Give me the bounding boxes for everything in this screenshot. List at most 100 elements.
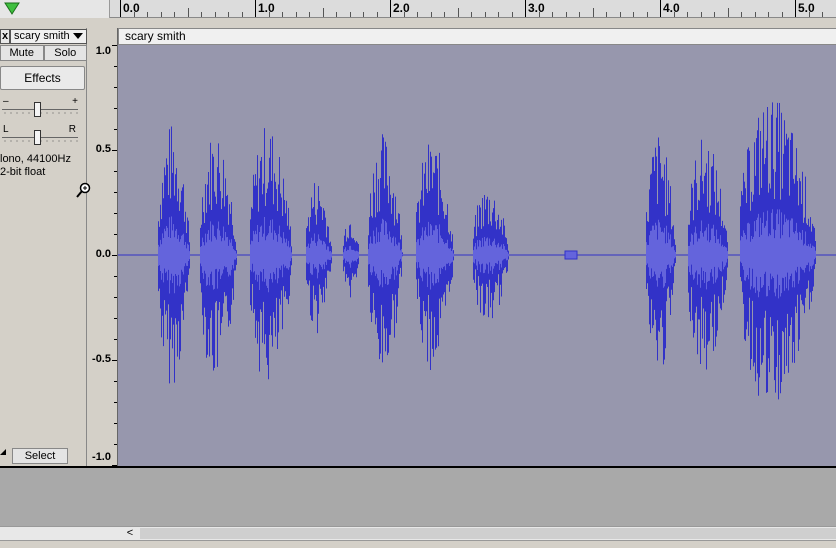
amplitude-minor-tick (114, 297, 117, 298)
ruler-minor-tick (754, 12, 756, 17)
ruler-major-tick (120, 0, 121, 17)
select-button[interactable]: Select (12, 448, 68, 464)
ruler-tick-label: 2.0 (393, 1, 410, 15)
ruler-major-tick (660, 0, 661, 17)
ruler-minor-tick (714, 12, 715, 17)
ruler-minor-tick (646, 12, 648, 17)
solo-button[interactable]: Solo (43, 45, 87, 61)
ruler-tick-label: 1.0 (258, 1, 275, 15)
pan-right-label: R (68, 124, 76, 135)
clip-title-bar[interactable]: scary smith (118, 28, 836, 45)
ruler-minor-tick (619, 12, 621, 17)
ruler-minor-tick (322, 8, 324, 17)
playhead-marker-icon[interactable] (4, 1, 20, 17)
amplitude-minor-tick (114, 276, 117, 277)
ruler-minor-tick (309, 12, 310, 17)
zoom-cursor-icon (76, 182, 91, 198)
amplitude-minor-tick (114, 381, 117, 382)
ruler-minor-tick (228, 12, 229, 17)
amplitude-minor-tick (114, 339, 117, 340)
scroll-left-button[interactable]: < (122, 527, 138, 540)
amplitude-minor-tick (114, 402, 117, 403)
ruler-minor-tick (741, 12, 742, 17)
empty-track-area[interactable] (0, 468, 836, 526)
amplitude-minor-tick (114, 150, 117, 151)
ruler-minor-tick (187, 8, 189, 17)
ruler-minor-tick (822, 12, 823, 17)
track-name-menu-button[interactable]: scary smith (10, 28, 87, 44)
close-track-button[interactable]: x (0, 28, 10, 44)
ruler-minor-tick (363, 12, 364, 17)
ruler-minor-tick (700, 12, 702, 17)
ruler-minor-tick (552, 12, 553, 17)
gain-plus-label: + (72, 96, 78, 107)
pan-slider-thumb[interactable] (34, 130, 41, 145)
amplitude-minor-tick (114, 108, 117, 109)
timeline-ruler[interactable]: 0.0 1.0 2.0 3.0 4.0 5.0 (0, 0, 836, 18)
ruler-tick-label: 4.0 (663, 1, 680, 15)
ruler-minor-tick (606, 12, 607, 17)
ruler-minor-tick (241, 12, 243, 17)
ruler-minor-tick (133, 12, 135, 17)
pan-left-label: L (3, 124, 9, 135)
ruler-minor-tick (471, 12, 472, 17)
format-rate: lono, 44100Hz (0, 153, 71, 165)
ruler-minor-tick (511, 12, 513, 17)
mute-button[interactable]: Mute (0, 45, 44, 61)
gain-minus-label: – (3, 96, 9, 107)
ruler-major-tick (390, 0, 391, 17)
track-name-label: scary smith (14, 30, 70, 42)
ruler-minor-tick (174, 12, 175, 17)
ruler-major-tick (795, 0, 796, 17)
ruler-minor-tick (282, 12, 283, 17)
ruler-tick-label: 3.0 (528, 1, 545, 15)
ruler-minor-tick (160, 12, 162, 17)
ruler-minor-tick (349, 12, 351, 17)
effects-button[interactable]: Effects (0, 66, 85, 90)
dropdown-arrow-icon (73, 33, 83, 39)
amplitude-scale: 1.0 0.5 0.0 -0.5 -1.0 (87, 28, 118, 466)
gain-slider-thumb[interactable] (34, 102, 41, 117)
ruler-minor-tick (579, 12, 580, 17)
ruler-minor-tick (444, 12, 445, 17)
ruler-minor-tick (295, 12, 297, 17)
horizontal-scrollbar[interactable]: < (0, 526, 836, 540)
pan-slider[interactable]: L R (2, 124, 78, 148)
ruler-minor-tick (430, 12, 432, 17)
ruler-minor-tick (403, 12, 405, 17)
ruler-minor-tick (336, 12, 337, 17)
collapse-arrow-icon[interactable] (0, 449, 6, 455)
ruler-major-tick (525, 0, 526, 17)
ruler-minor-tick (538, 12, 540, 17)
ruler-tick-label: 0.0 (123, 1, 140, 15)
ruler-ticks: 0.0 1.0 2.0 3.0 4.0 5.0 (110, 0, 836, 18)
scroll-thumb[interactable] (140, 528, 836, 539)
amplitude-minor-tick (114, 171, 117, 172)
ruler-minor-tick (808, 12, 810, 17)
ruler-minor-tick (781, 12, 783, 17)
amplitude-minor-tick (114, 234, 117, 235)
amplitude-label: -1.0 (92, 451, 111, 463)
ruler-minor-tick (214, 12, 216, 17)
amplitude-minor-tick (114, 192, 117, 193)
ruler-minor-tick (376, 12, 378, 17)
format-bits: 2-bit float (0, 166, 46, 178)
track-title-bar: x scary smith (0, 28, 87, 44)
amplitude-label: 1.0 (95, 45, 111, 57)
track-format-info: lono, 44100Hz 2-bit float (0, 153, 87, 179)
amplitude-label: -0.5 (92, 353, 111, 365)
amplitude-minor-tick (114, 45, 117, 46)
amplitude-minor-tick (114, 444, 117, 445)
ruler-minor-tick (727, 8, 729, 17)
ruler-minor-tick (498, 12, 499, 17)
amplitude-label: 0.5 (95, 143, 111, 155)
ruler-minor-tick (768, 12, 769, 17)
gain-slider[interactable]: – + (2, 96, 78, 120)
waveform-area[interactable] (118, 45, 836, 466)
waveform-blip (564, 250, 578, 260)
ruler-minor-tick (592, 8, 594, 17)
ruler-minor-tick (417, 12, 418, 17)
amplitude-minor-tick (114, 423, 117, 424)
status-bar (0, 540, 836, 548)
ruler-minor-tick (565, 12, 567, 17)
